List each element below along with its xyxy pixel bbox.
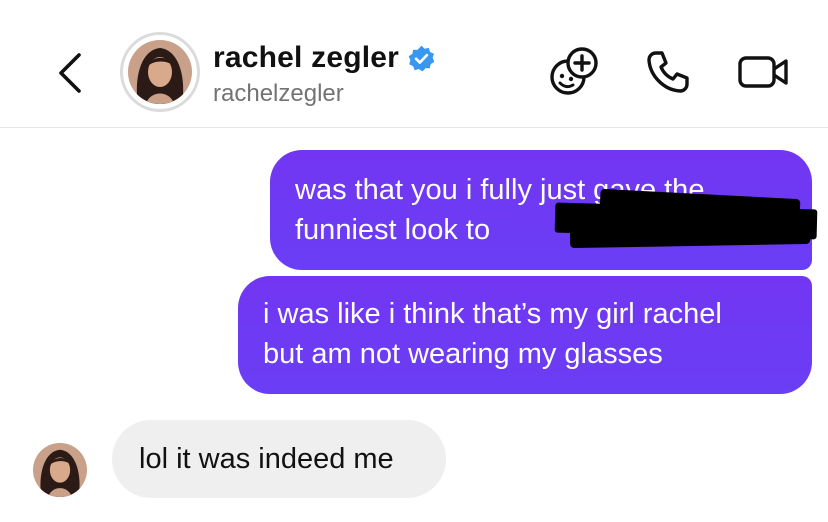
- profile-avatar[interactable]: [120, 32, 200, 112]
- chevron-left-icon[interactable]: [52, 50, 88, 96]
- effects-face-plus-icon[interactable]: [548, 45, 600, 97]
- dm-thread-screen: rachel zegler rachelzegler was that you …: [0, 0, 828, 522]
- username[interactable]: rachelzegler: [213, 80, 344, 108]
- thread-header: rachel zegler rachelzegler: [0, 0, 828, 128]
- avatar-photo: [128, 40, 192, 104]
- phone-icon[interactable]: [644, 48, 692, 96]
- outgoing-message-bubble[interactable]: i was like i think that’s my girl rachel…: [238, 276, 812, 394]
- message-text-line: but am not wearing my glasses: [263, 338, 663, 370]
- video-camera-icon[interactable]: [736, 48, 792, 96]
- profile-name-row[interactable]: rachel zegler: [213, 38, 435, 78]
- redaction-scribble: [569, 217, 811, 249]
- sender-avatar[interactable]: [33, 443, 87, 497]
- verified-badge-icon: [408, 45, 435, 71]
- outgoing-message-bubble[interactable]: was that you i fully just gave the funni…: [270, 150, 818, 270]
- display-name[interactable]: rachel zegler: [213, 41, 399, 75]
- message-text-line: i was like i think that’s my girl rachel: [263, 298, 722, 330]
- incoming-message-bubble[interactable]: lol it was indeed me: [112, 420, 446, 498]
- message-text-line: lol it was indeed me: [139, 443, 394, 475]
